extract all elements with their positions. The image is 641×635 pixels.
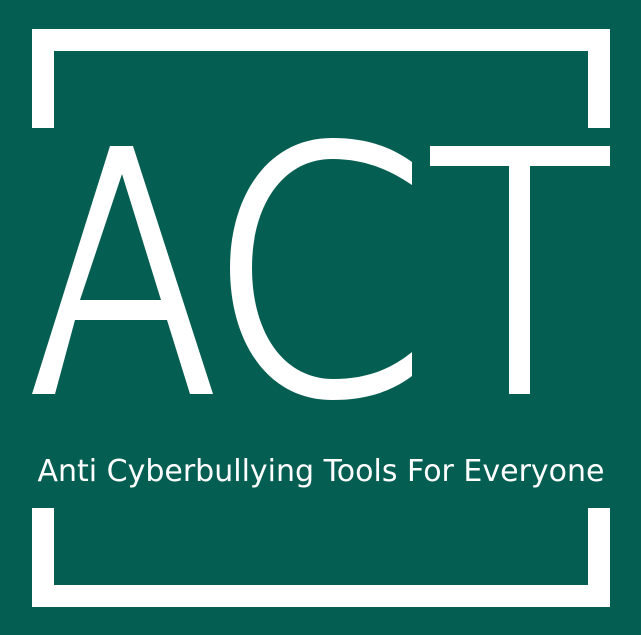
letter-a	[32, 146, 213, 394]
act-logo: Anti Cyberbullying Tools For Everyone	[0, 0, 641, 635]
logo-wordmark	[32, 138, 610, 400]
frame-top-bar	[32, 29, 610, 51]
frame-top-right-corner	[588, 29, 610, 128]
letter-c	[230, 138, 412, 400]
letter-t	[430, 146, 610, 394]
frame-bottom-bar	[32, 585, 610, 607]
tagline: Anti Cyberbullying Tools For Everyone	[37, 454, 605, 489]
frame-top-left-corner	[32, 29, 54, 128]
logo-wordmark-graphic	[32, 138, 610, 400]
